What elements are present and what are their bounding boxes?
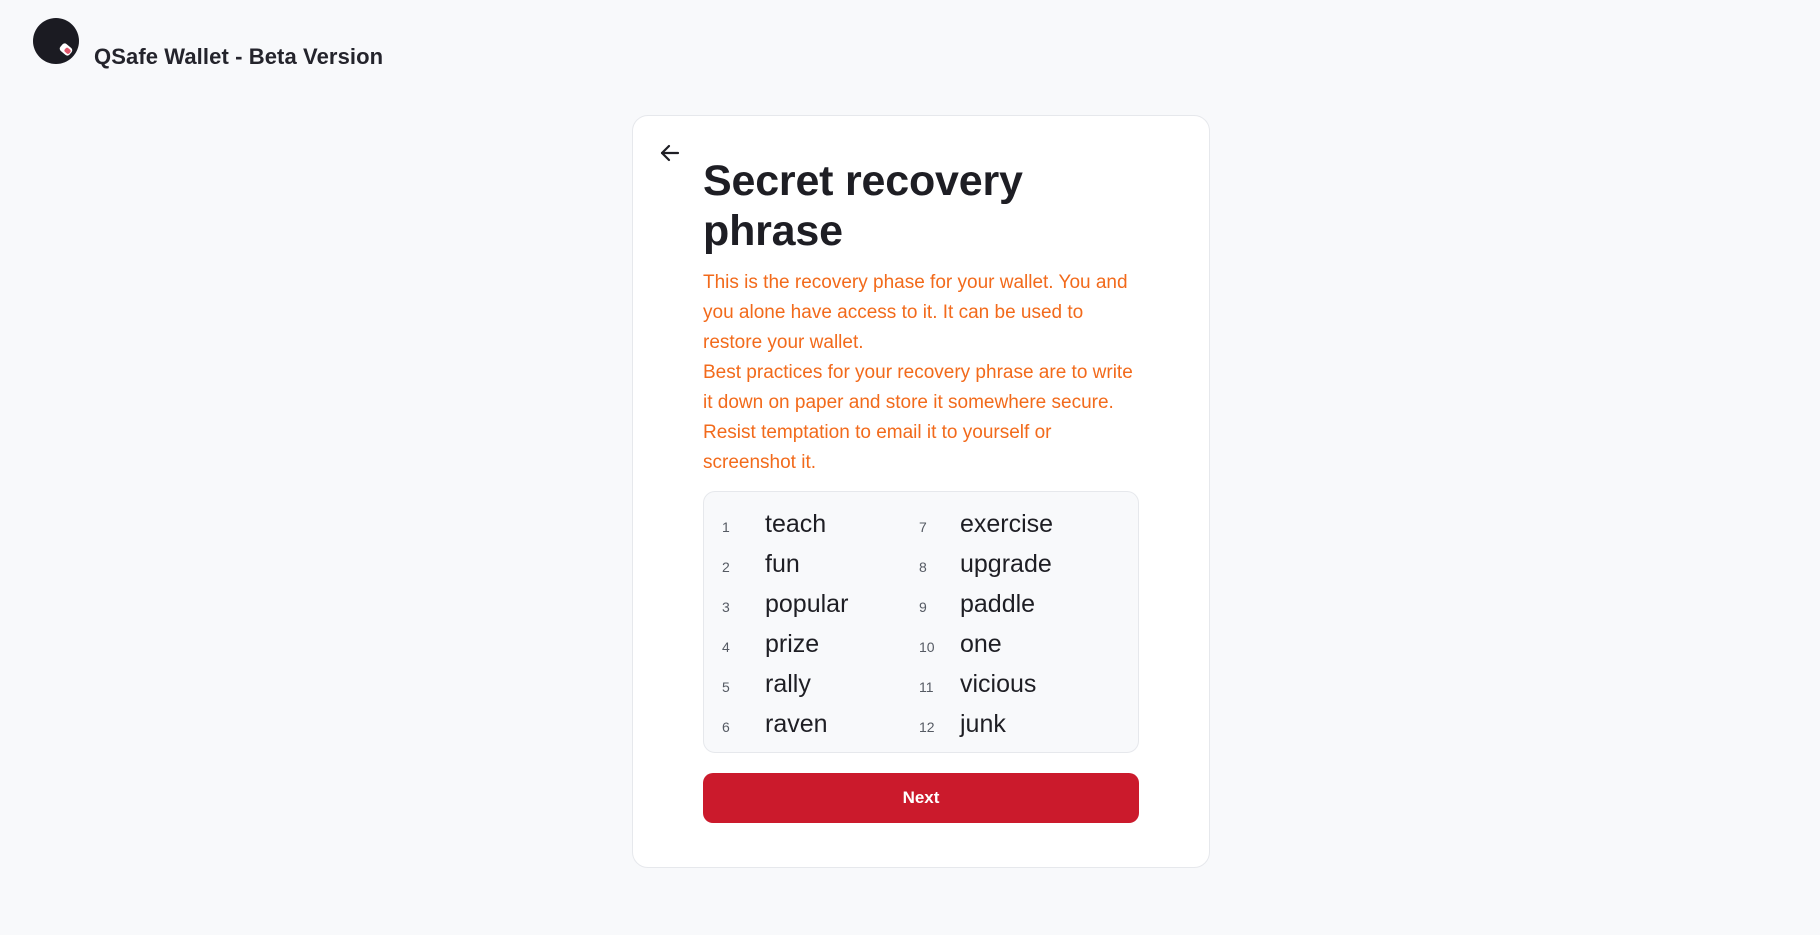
phrase-word-item: 5 rally [722,664,848,704]
phrase-word: junk [960,709,1006,738]
phrase-word-item: 4 prize [722,624,848,664]
card-content: Secret recovery phrase This is the recov… [703,156,1139,823]
phrase-word-item: 9 paddle [919,584,1053,624]
next-button[interactable]: Next [703,773,1139,823]
phrase-word: prize [765,629,820,658]
phrase-word: rally [765,669,811,698]
phrase-word: teach [765,509,827,538]
word-number: 1 [722,519,730,535]
phrase-word: paddle [960,589,1036,618]
arrow-left-icon [660,144,680,162]
phrase-word: fun [765,549,800,578]
app-title: QSafe Wallet - Beta Version [94,44,384,69]
phrase-word: exercise [960,509,1054,538]
word-number: 2 [722,559,730,575]
phrase-word: popular [765,589,849,618]
phrase-column-right: 7 exercise 8 upgrade 9 paddle 10 one 11 vicio… [919,504,1053,744]
word-number: 12 [919,719,935,735]
phrase-word-item: 2 fun [722,544,848,584]
word-number: 6 [722,719,730,735]
word-number: 11 [919,679,934,695]
phrase-word-item: 1 teach [722,504,848,544]
phrase-word-item: 7 exercise [919,504,1053,544]
word-number: 7 [919,519,927,535]
phrase-word-item: 12 junk [919,704,1053,744]
word-number: 4 [722,639,730,655]
word-number: 9 [919,599,927,615]
phrase-word: one [960,629,1002,658]
recovery-phrase-grid: 1 teach 2 fun 3 popular 4 prize 5 rally 6 rave… [703,491,1139,753]
phrase-word-item: 6 raven [722,704,848,744]
description-paragraph-2: Best practices for your recovery phrase … [703,362,1133,473]
top-bar: QSafe Wallet - Beta Version [0,0,1820,90]
phrase-word-item: 10 one [919,624,1053,664]
page-title: Secret recovery phrase [703,157,1023,255]
phrase-word-item: 11 vicious [919,664,1053,704]
description-paragraph-1: This is the recovery phase for your wall… [703,272,1128,353]
phrase-word: upgrade [960,549,1052,578]
back-button[interactable] [655,138,685,168]
word-number: 10 [919,639,935,655]
phrase-word: raven [765,709,828,738]
phrase-column-left: 1 teach 2 fun 3 popular 4 prize 5 rally 6 rave… [722,504,848,744]
wallet-key-icon [33,18,79,64]
word-number: 5 [722,679,730,695]
phrase-word: vicious [960,669,1037,698]
phrase-word-item: 3 popular [722,584,848,624]
word-number: 8 [919,559,927,575]
warning-description: This is the recovery phase for your wall… [703,268,1139,478]
recovery-phrase-card: Secret recovery phrase This is the recov… [632,115,1210,868]
phrase-word-item: 8 upgrade [919,544,1053,584]
word-number: 3 [722,599,730,615]
